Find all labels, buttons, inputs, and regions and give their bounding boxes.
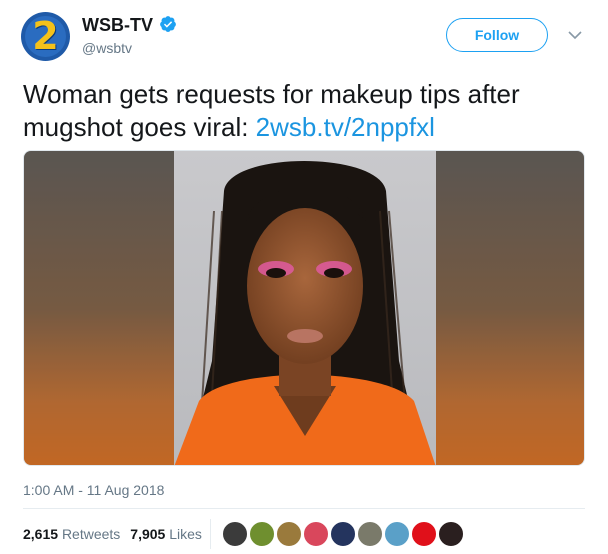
chevron-down-icon[interactable]: [568, 30, 582, 40]
tweet-timestamp[interactable]: 1:00 AM - 11 Aug 2018: [23, 482, 164, 498]
account-avatar[interactable]: 2: [21, 12, 70, 61]
liker-avatar[interactable]: [330, 521, 356, 547]
likes-count: 7,905: [130, 526, 166, 542]
liker-avatar[interactable]: [303, 521, 329, 547]
tweet-stats: 2,615 Retweets 7,905 Likes: [23, 526, 202, 542]
account-name[interactable]: WSB-TV: [82, 15, 153, 36]
liker-avatar[interactable]: [411, 521, 437, 547]
tweet-text: Woman gets requests for makeup tips afte…: [23, 78, 593, 144]
verified-badge-icon: [160, 16, 176, 32]
retweets-label: Retweets: [61, 526, 121, 542]
follow-button[interactable]: Follow: [446, 18, 548, 52]
retweets-stat[interactable]: 2,615 Retweets: [23, 526, 120, 542]
liker-avatar[interactable]: [222, 521, 248, 547]
tweet-link[interactable]: 2wsb.tv/2nppfxl: [256, 112, 435, 142]
tweet-card: 2 WSB-TV @wsbtv Follow Woman gets reques…: [0, 0, 608, 554]
account-handle[interactable]: @wsbtv: [82, 40, 132, 56]
tweet-photo[interactable]: [23, 150, 585, 466]
liker-avatar[interactable]: [276, 521, 302, 547]
divider: [23, 508, 585, 509]
liker-avatar[interactable]: [249, 521, 275, 547]
likes-stat[interactable]: 7,905 Likes: [130, 526, 202, 542]
mugshot-image: [24, 151, 584, 465]
liker-avatar[interactable]: [357, 521, 383, 547]
likes-label: Likes: [169, 526, 202, 542]
liker-avatar[interactable]: [438, 521, 464, 547]
avatar-logo-text: 2: [32, 14, 59, 58]
stats-divider: [210, 519, 211, 549]
retweets-count: 2,615: [23, 526, 59, 542]
liker-avatar[interactable]: [384, 521, 410, 547]
